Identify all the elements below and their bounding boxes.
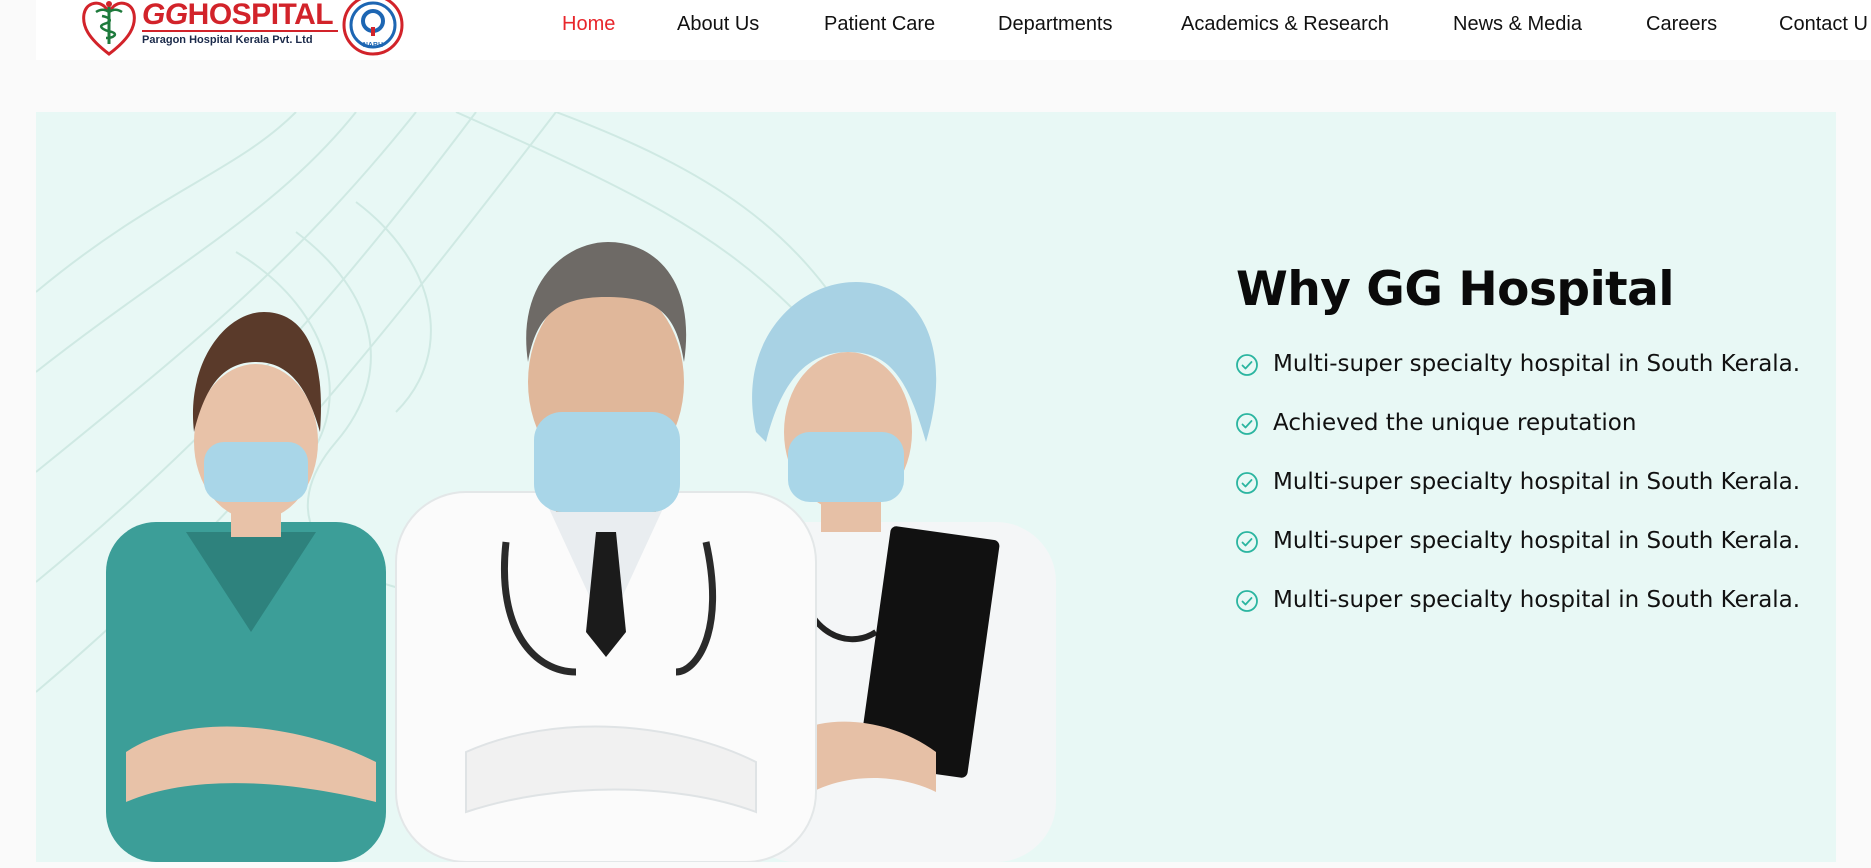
why-list-item: Multi-super specialty hospital in South … [1235,586,1800,645]
why-section: Why GG Hospital Multi-super specialty ho… [36,112,1836,862]
why-item-text: Multi-super specialty hospital in South … [1273,587,1801,613]
why-item-text: Multi-super specialty hospital in South … [1273,528,1801,554]
nav-item-departments[interactable]: Departments [998,13,1113,36]
doctor-center [395,242,817,862]
check-circle-icon [1236,413,1258,435]
check-circle-icon [1236,354,1258,376]
check-circle-icon [1236,472,1258,494]
why-item-text: Multi-super specialty hospital in South … [1273,469,1801,495]
check-circle-icon [1236,590,1258,612]
nav-item-patient-care[interactable]: Patient Care [824,13,935,36]
nav-item-home[interactable]: Home [562,13,615,36]
why-list: Multi-super specialty hospital in South … [1235,350,1800,645]
check-circle-icon [1236,531,1258,553]
why-list-item: Multi-super specialty hospital in South … [1235,350,1800,409]
why-item-text: Achieved the unique reputation [1273,410,1637,436]
why-list-item: Multi-super specialty hospital in South … [1235,527,1800,586]
why-item-text: Multi-super specialty hospital in South … [1273,351,1801,377]
nav-item-academics-research[interactable]: Academics & Research [1181,13,1389,36]
main-nav: Home About Us Patient Care Departments A… [36,0,1871,52]
site-header: GGHOSPITAL Paragon Hospital Kerala Pvt. … [36,0,1871,60]
nav-item-about-us[interactable]: About Us [677,13,759,36]
why-list-item: Achieved the unique reputation [1235,409,1800,468]
nav-item-news-media[interactable]: News & Media [1453,13,1582,36]
nurse-left [106,312,386,862]
nav-item-careers[interactable]: Careers [1646,13,1717,36]
why-title: Why GG Hospital [1236,262,1674,317]
nav-item-contact-us[interactable]: Contact U [1779,13,1868,36]
why-list-item: Multi-super specialty hospital in South … [1235,468,1800,527]
doctors-photo [36,112,1056,862]
